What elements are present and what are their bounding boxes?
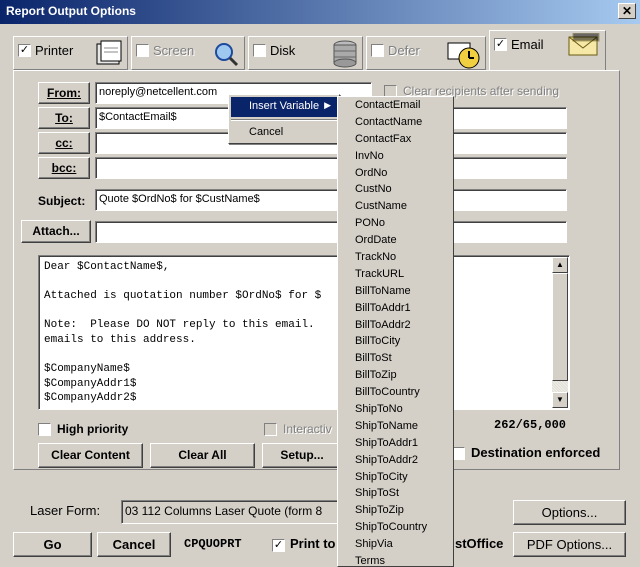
from-button[interactable]: From:: [38, 82, 90, 104]
variable-menu-item[interactable]: BillToAddr1: [338, 300, 453, 317]
variable-menu-item[interactable]: ShipToSt: [338, 485, 453, 502]
variable-menu-item[interactable]: ShipToZip: [338, 502, 453, 519]
variable-menu-item[interactable]: TrackNo: [338, 249, 453, 266]
envelope-icon: [567, 32, 601, 62]
disk-checkbox[interactable]: [253, 44, 266, 58]
clock-icon: [447, 40, 481, 73]
tab-defer-label: Defer: [388, 43, 420, 59]
variable-menu-item[interactable]: TrackURL: [338, 266, 453, 283]
to-button[interactable]: To:: [38, 107, 90, 129]
subject-field[interactable]: Quote $OrdNo$ for $CustName$: [95, 189, 567, 211]
email-checkbox[interactable]: ✓: [494, 38, 507, 52]
body-scrollbar[interactable]: ▲ ▼: [552, 257, 568, 408]
tab-email[interactable]: ✓ Email: [489, 30, 606, 70]
attach-button[interactable]: Attach...: [21, 220, 91, 243]
attach-field[interactable]: [95, 221, 567, 243]
variable-menu-item[interactable]: ShipToNo: [338, 401, 453, 418]
variable-menu-item[interactable]: OrdNo: [338, 165, 453, 182]
print-to-checkbox[interactable]: ✓: [272, 539, 285, 552]
print-to-label: Print to: [290, 536, 336, 551]
screen-checkbox[interactable]: [136, 44, 149, 58]
variable-menu-item[interactable]: ShipToCity: [338, 469, 453, 486]
high-priority-checkbox[interactable]: [38, 423, 51, 436]
variable-menu-item[interactable]: BillToZip: [338, 367, 453, 384]
tab-screen[interactable]: Screen: [131, 36, 245, 70]
variable-menu-item[interactable]: CustName: [338, 198, 453, 215]
variable-menu-item[interactable]: ShipToName: [338, 418, 453, 435]
scroll-up-button[interactable]: ▲: [552, 257, 568, 273]
variable-menu-item[interactable]: BillToAddr2: [338, 317, 453, 334]
tab-printer-label: Printer: [35, 43, 74, 59]
cancel-menu-item[interactable]: Cancel: [231, 123, 337, 143]
char-count: 262/65,000: [494, 418, 567, 432]
subject-label: Subject:: [38, 194, 86, 208]
variable-menu-item[interactable]: BillToCity: [338, 333, 453, 350]
tab-disk[interactable]: Disk: [248, 36, 363, 70]
bcc-field[interactable]: [95, 157, 567, 179]
high-priority-label: High priority: [57, 422, 129, 436]
tab-printer[interactable]: ✓ Printer: [13, 36, 128, 70]
tab-screen-label: Screen: [153, 43, 195, 59]
insert-variable-menu-item[interactable]: Insert Variable ▶: [231, 97, 337, 117]
cancel-button[interactable]: Cancel: [97, 532, 171, 557]
variable-menu-item[interactable]: BillToCountry: [338, 384, 453, 401]
laser-form-label: Laser Form:: [30, 503, 101, 518]
variable-menu-item[interactable]: CustNo: [338, 181, 453, 198]
variable-menu-item[interactable]: ContactName: [338, 114, 453, 131]
defer-checkbox[interactable]: [371, 44, 384, 58]
clear-all-button[interactable]: Clear All: [150, 443, 255, 468]
interactive-checkbox[interactable]: [264, 423, 277, 436]
variable-menu-item[interactable]: ContactEmail: [338, 97, 453, 114]
output-tabs: ✓ Printer Screen Disk Defer ✓ Email: [13, 30, 633, 70]
options-button[interactable]: Options...: [513, 500, 626, 525]
menu-separator: [231, 119, 337, 121]
disk-icon: [332, 40, 358, 71]
email-body[interactable]: Dear $ContactName$, Attached is quotatio…: [38, 255, 570, 410]
window-title: Report Output Options: [0, 0, 640, 24]
magnifier-icon: [212, 40, 240, 71]
variable-menu-item[interactable]: Terms: [338, 553, 453, 566]
clear-content-button[interactable]: Clear Content: [38, 443, 143, 468]
bcc-button[interactable]: bcc:: [38, 157, 90, 179]
variable-menu-item[interactable]: PONo: [338, 215, 453, 232]
destination-enforced-label: Destination enforced: [471, 445, 601, 460]
context-menu: Insert Variable ▶ Cancel: [228, 94, 340, 144]
tab-defer[interactable]: Defer: [366, 36, 486, 70]
variable-menu-item[interactable]: ShipToCountry: [338, 519, 453, 536]
variable-menu-item[interactable]: BillToName: [338, 283, 453, 300]
variable-menu-item[interactable]: BillToSt: [338, 350, 453, 367]
printer-checkbox[interactable]: ✓: [18, 44, 31, 58]
setup-button[interactable]: Setup...: [262, 443, 342, 468]
variable-menu-item[interactable]: OrdDate: [338, 232, 453, 249]
variable-menu-item[interactable]: ShipVia: [338, 536, 453, 553]
tab-disk-label: Disk: [270, 43, 296, 59]
go-button[interactable]: Go: [13, 532, 92, 557]
scroll-down-button[interactable]: ▼: [552, 392, 568, 408]
pdf-options-button[interactable]: PDF Options...: [513, 532, 626, 557]
interactive-label: Interactiv: [283, 422, 332, 436]
printer-icon: [93, 40, 123, 71]
laser-form-field[interactable]: 03 112 Columns Laser Quote (form 8: [121, 500, 341, 524]
variable-menu-item[interactable]: InvNo: [338, 148, 453, 165]
print-to-target-label: stOffice: [455, 536, 504, 551]
close-button[interactable]: ✕: [618, 3, 636, 19]
variable-menu-item[interactable]: ContactFax: [338, 131, 453, 148]
cc-button[interactable]: cc:: [38, 132, 90, 154]
variable-submenu: ContactEmail ContactName ContactFax InvNo Or…: [337, 96, 454, 567]
tab-email-label: Email: [511, 37, 544, 53]
report-code: CPQUOPRT: [184, 537, 242, 551]
variable-menu-item[interactable]: ShipToAddr1: [338, 435, 453, 452]
variable-menu-item[interactable]: ShipToAddr2: [338, 452, 453, 469]
scroll-thumb[interactable]: [552, 273, 568, 381]
submenu-arrow-icon: ▶: [324, 100, 331, 110]
